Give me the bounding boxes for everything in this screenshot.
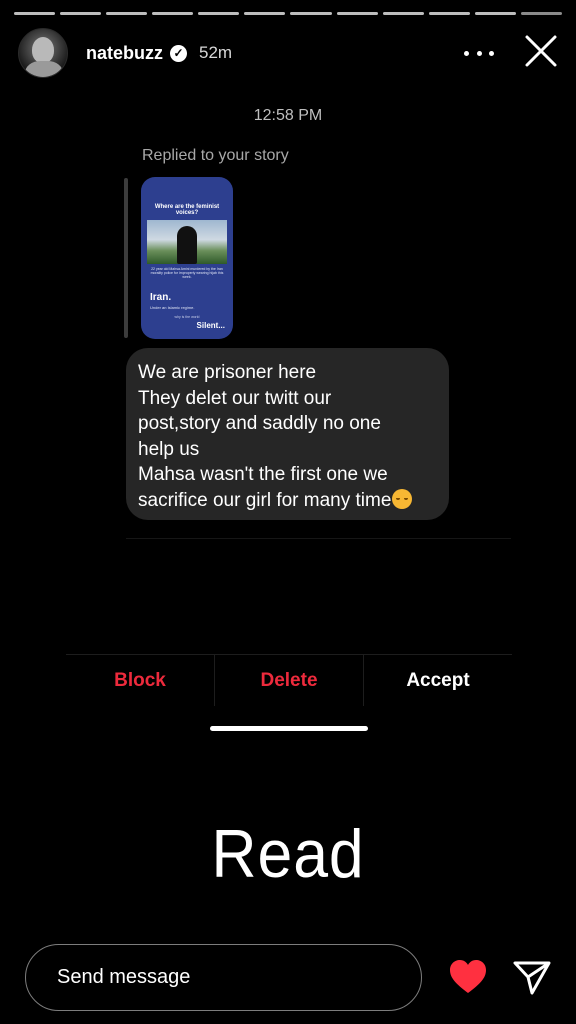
progress-segment [244,12,286,15]
story-overlay-text: Read [211,816,365,892]
progress-segment [152,12,194,15]
replied-to-story-label: Replied to your story [142,147,289,164]
message-line: Mahsa wasn't the first one we [138,464,388,485]
avatar[interactable] [18,28,68,78]
more-icon[interactable] [464,40,494,66]
progress-segment [106,12,148,15]
message-line: We are prisoner here [138,362,317,383]
username[interactable]: natebuzz [86,43,163,64]
message-request-actions: Block Delete Accept [66,654,512,706]
message-line: help us [138,438,200,460]
story-preview-caption: 22 year old Mahsa Amini murdered by the … [150,267,224,279]
delete-button[interactable]: Delete [215,655,364,706]
story-progress-bar [14,12,562,15]
progress-segment [60,12,102,15]
message-line: post,story and saddly no one [138,413,381,434]
story-preview-silent: Silent... [196,320,225,330]
progress-segment [474,12,516,15]
progress-segment [428,12,470,15]
accept-button[interactable]: Accept [364,655,512,706]
story-preview-subline: Under an Islamic regime. [150,304,195,310]
story-preview-photo [147,220,227,264]
progress-segment [14,12,56,15]
message-line-text: sacrifice our girl for many time [138,489,392,511]
story-preview-thumbnail[interactable]: Where are the feminist voices? 22 year o… [141,177,233,339]
pensive-face-emoji-icon [392,488,413,509]
story-preview-question: Where are the feminist voices? [154,204,220,216]
home-indicator [210,726,368,731]
divider [126,538,511,539]
progress-segment [198,12,240,15]
progress-segment [382,12,424,15]
message-timestamp: 12:58 PM [253,107,323,124]
message-bubble[interactable]: We are prisoner here They delet our twit… [126,348,449,520]
close-icon[interactable] [524,34,558,68]
progress-segment-active [520,12,562,15]
reply-indicator-bar [124,178,128,338]
progress-segment [290,12,332,15]
progress-segment [336,12,378,15]
heart-icon[interactable] [448,958,488,996]
story-header: natebuzz ✓ 52m [18,28,558,78]
story-preview-why: why is the world [174,314,200,319]
post-time: 52m [199,43,233,62]
send-icon[interactable] [512,960,552,996]
verified-badge-icon: ✓ [170,44,188,62]
story-preview-headline: Iran. [150,291,172,303]
message-line-last: sacrifice our girl for many time [138,488,437,514]
block-button[interactable]: Block [66,655,215,706]
message-line: They delet our twitt our [138,387,332,409]
send-message-input[interactable]: Send message [25,944,422,1011]
